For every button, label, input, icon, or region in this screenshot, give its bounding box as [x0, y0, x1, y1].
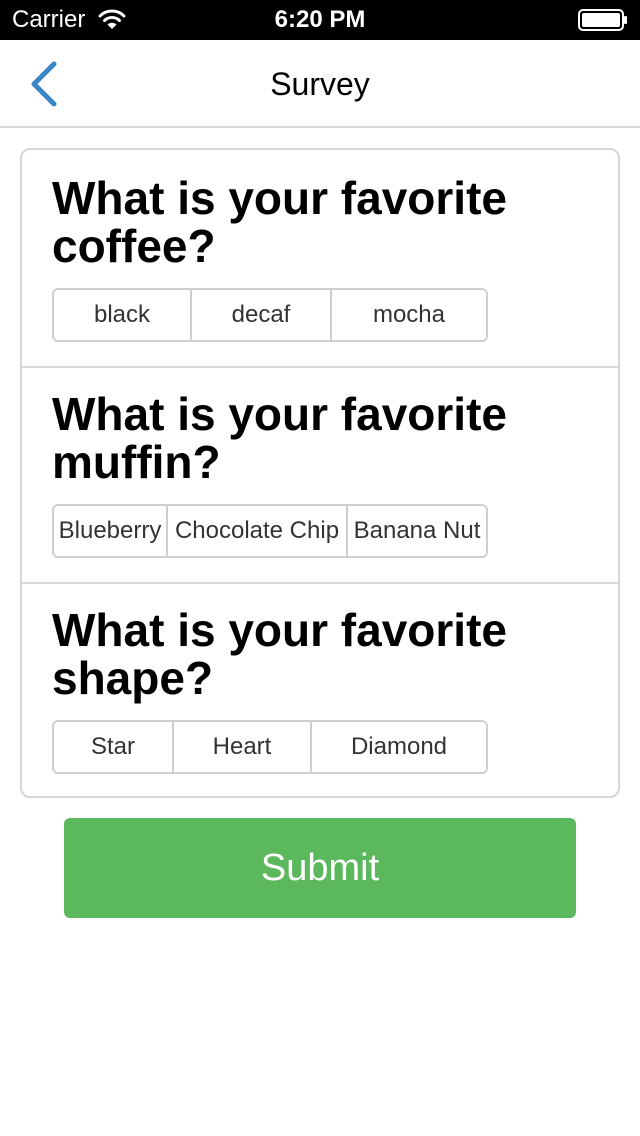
- question-title: What is your favorite muffin?: [52, 388, 507, 488]
- question-title: What is your favorite coffee?: [52, 172, 507, 272]
- page-title: Survey: [270, 66, 370, 102]
- option-mocha[interactable]: mocha: [332, 290, 486, 340]
- submit-button[interactable]: Submit: [64, 818, 576, 918]
- coffee-options: black decaf mocha: [52, 288, 488, 342]
- option-heart[interactable]: Heart: [174, 722, 312, 772]
- option-black[interactable]: black: [54, 290, 192, 340]
- battery-icon: [578, 9, 628, 31]
- question-muffin: What is your favorite muffin? Blueberry …: [22, 366, 618, 582]
- question-title: What is your favorite shape?: [52, 604, 507, 704]
- option-diamond[interactable]: Diamond: [312, 722, 486, 772]
- navigation-bar: Survey: [0, 40, 640, 128]
- status-time: 6:20 PM: [274, 6, 366, 33]
- muffin-options: Blueberry Chocolate Chip Banana Nut: [52, 504, 488, 558]
- option-star[interactable]: Star: [54, 722, 174, 772]
- shape-options: Star Heart Diamond: [52, 720, 488, 774]
- question-shape: What is your favorite shape? Star Heart …: [22, 582, 618, 796]
- survey-card: What is your favorite coffee? black deca…: [20, 148, 620, 798]
- option-decaf[interactable]: decaf: [192, 290, 332, 340]
- option-blueberry[interactable]: Blueberry: [54, 506, 168, 556]
- option-chocolate-chip[interactable]: Chocolate Chip: [168, 506, 348, 556]
- option-banana-nut[interactable]: Banana Nut: [348, 506, 486, 556]
- status-bar: Carrier 6:20 PM: [0, 0, 640, 40]
- question-coffee: What is your favorite coffee? black deca…: [22, 150, 618, 366]
